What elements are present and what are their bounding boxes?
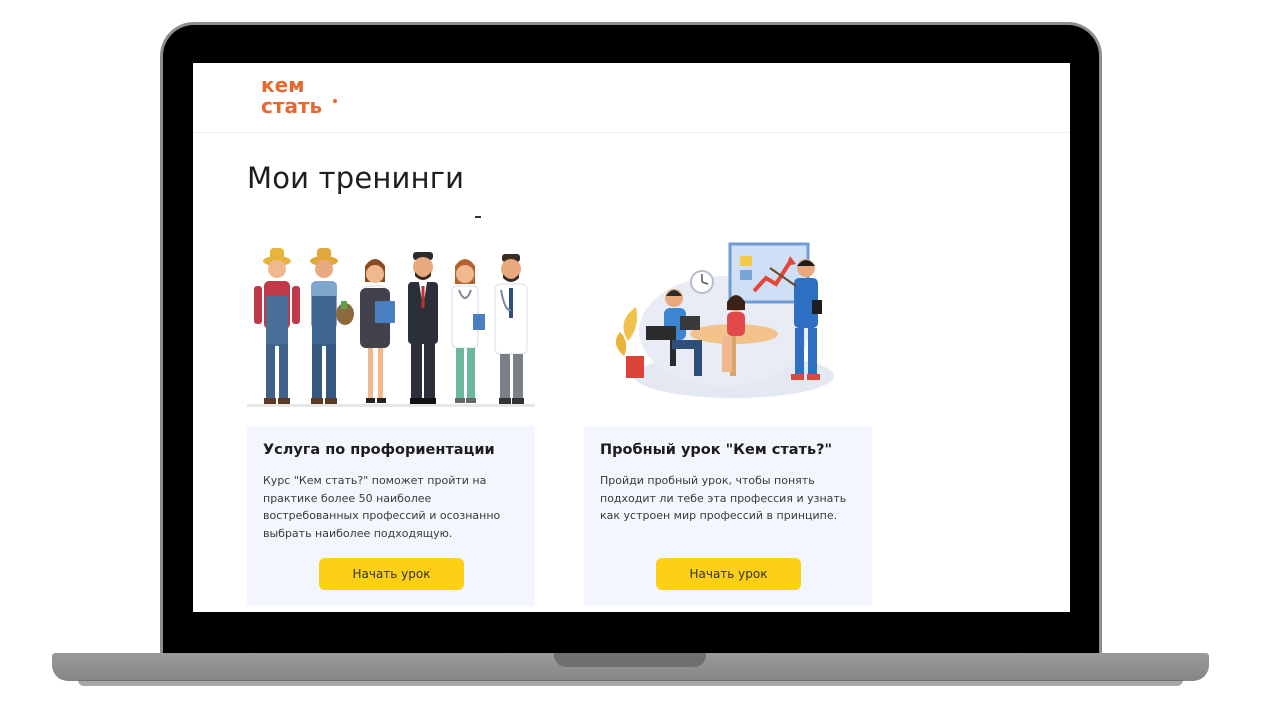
- logo-mark: кем стать: [261, 73, 337, 118]
- start-lesson-button[interactable]: Начать урок: [656, 558, 801, 590]
- laptop-notch: [554, 653, 706, 667]
- card-body: Пробный урок "Кем стать?" Пройди пробный…: [584, 426, 872, 606]
- logo-line-2: стать: [261, 94, 322, 118]
- mockup-stage: кем стать Мои тренинги Услуга по профори…: [0, 0, 1280, 720]
- office-meeting-illustration: [584, 216, 872, 426]
- card-title: Пробный урок "Кем стать?": [600, 442, 833, 458]
- professions-group-illustration: [247, 216, 535, 426]
- site-header: кем стать: [193, 63, 1070, 133]
- card-body: Услуга по профориентации Курс "Кем стать…: [247, 426, 535, 606]
- card-title: Услуга по профориентации: [263, 442, 495, 458]
- laptop-base-shadow: [78, 680, 1183, 686]
- laptop-screen: кем стать Мои тренинги Услуга по профори…: [193, 63, 1070, 612]
- start-lesson-button[interactable]: Начать урок: [319, 558, 464, 590]
- card-description: Пройди пробный урок, чтобы понять подход…: [600, 474, 847, 522]
- page-title: Мои тренинги: [247, 161, 465, 195]
- site-logo[interactable]: кем стать: [259, 73, 355, 119]
- card-description: Курс "Кем стать?" поможет пройти на прак…: [263, 474, 501, 540]
- logo-dot-icon: [333, 99, 337, 103]
